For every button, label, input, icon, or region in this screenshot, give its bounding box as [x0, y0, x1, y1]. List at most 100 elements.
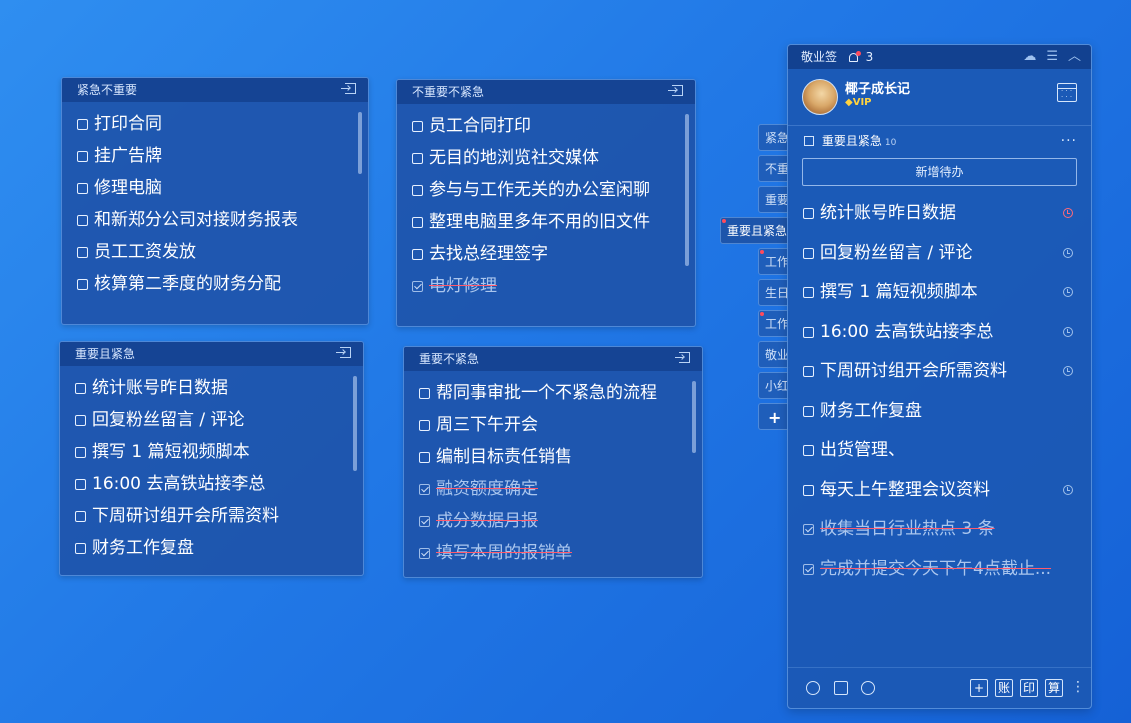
checkbox[interactable]	[803, 287, 814, 299]
todo-item-done[interactable]: 填写本周的报销单	[419, 537, 702, 569]
checkbox-checked[interactable]	[419, 515, 430, 527]
checkbox[interactable]	[419, 419, 430, 431]
checkbox-checked[interactable]	[419, 483, 430, 495]
checkbox-checked[interactable]	[419, 547, 430, 559]
todo-item[interactable]: 员工合同打印	[412, 110, 695, 142]
checkbox[interactable]	[412, 184, 423, 196]
todo-item[interactable]: 去找总经理签字	[412, 238, 695, 270]
reminder-clock-icon[interactable]	[1063, 366, 1073, 376]
todo-item[interactable]: 挂广告牌	[77, 140, 368, 172]
menu-icon[interactable]: ☰	[1046, 45, 1058, 69]
checkbox[interactable]	[803, 208, 814, 220]
todo-item[interactable]: 无目的地浏览社交媒体	[412, 142, 695, 174]
checkbox[interactable]	[77, 182, 88, 194]
tab-xiaohong[interactable]: 小红	[758, 372, 790, 399]
todo-item[interactable]: 修理电脑	[77, 172, 368, 204]
todo-item[interactable]: 回复粉丝留言 / 评论	[788, 234, 1091, 274]
bell-icon[interactable]	[848, 51, 861, 62]
add-todo-button[interactable]: 新增待办	[802, 158, 1077, 186]
todo-item[interactable]: 出货管理、	[788, 431, 1091, 471]
checkbox[interactable]	[803, 445, 814, 457]
checkbox[interactable]	[803, 247, 814, 259]
checkbox[interactable]	[77, 214, 88, 226]
print-button[interactable]: 印	[1020, 679, 1038, 697]
todo-item[interactable]: 核算第二季度的财务分配	[77, 268, 368, 300]
scrollbar[interactable]	[692, 381, 696, 453]
avatar[interactable]	[802, 79, 838, 115]
checkbox[interactable]	[77, 246, 88, 258]
todo-item-done[interactable]: 完成并提交今天下午4点截止...	[788, 550, 1091, 590]
scrollbar[interactable]	[358, 112, 362, 174]
tab-urgent[interactable]: 紧急	[758, 124, 790, 151]
reminder-clock-icon[interactable]	[1063, 287, 1073, 297]
todo-item[interactable]: 每天上午整理会议资料	[788, 471, 1091, 511]
calendar-icon[interactable]	[1057, 83, 1077, 102]
exit-icon[interactable]	[668, 85, 683, 96]
checkbox[interactable]	[412, 248, 423, 260]
exit-icon[interactable]	[341, 83, 356, 94]
more-vertical-icon[interactable]: ⋮	[1071, 679, 1085, 695]
todo-item[interactable]: 财务工作复盘	[75, 532, 363, 564]
checkbox[interactable]	[803, 484, 814, 496]
tab-not-important[interactable]: 不重	[758, 155, 790, 182]
checkbox[interactable]	[77, 150, 88, 162]
todo-item[interactable]: 员工工资发放	[77, 236, 368, 268]
scrollbar[interactable]	[685, 114, 689, 266]
checkbox[interactable]	[75, 446, 86, 458]
todo-item-done[interactable]: 成分数据月报	[419, 505, 702, 537]
checkbox[interactable]	[75, 478, 86, 490]
tab-birthday[interactable]: 生日	[758, 279, 790, 306]
tab-work-2[interactable]: 工作	[758, 310, 790, 337]
checkbox-checked[interactable]	[803, 524, 814, 536]
checkbox[interactable]	[419, 451, 430, 463]
calc-button[interactable]: 算	[1045, 679, 1063, 697]
tab-add-button[interactable]: +	[758, 403, 790, 430]
clock-icon[interactable]	[806, 681, 820, 695]
checkbox[interactable]	[75, 382, 86, 394]
todo-item[interactable]: 编制目标责任销售	[419, 441, 702, 473]
search-icon[interactable]	[861, 681, 875, 695]
tab-important-urgent[interactable]: 重要且紧急	[720, 217, 790, 244]
todo-item[interactable]: 和新郑分公司对接财务报表	[77, 204, 368, 236]
exit-icon[interactable]	[336, 347, 351, 358]
todo-item-done[interactable]: 收集当日行业热点 3 条	[788, 510, 1091, 550]
todo-item[interactable]: 16:00 去高铁站接李总	[788, 313, 1091, 353]
checkbox[interactable]	[803, 366, 814, 378]
todo-item-done[interactable]: 电灯修理	[412, 270, 695, 302]
exit-icon[interactable]	[675, 352, 690, 363]
add-button[interactable]: +	[970, 679, 988, 697]
tab-important[interactable]: 重要	[758, 186, 790, 213]
checkbox-checked[interactable]	[412, 280, 423, 292]
checkbox[interactable]	[412, 216, 423, 228]
checkbox[interactable]	[77, 278, 88, 290]
checkbox[interactable]	[419, 387, 430, 399]
checkbox[interactable]	[803, 326, 814, 338]
reminder-clock-icon[interactable]	[1063, 326, 1073, 337]
archive-icon[interactable]	[834, 681, 848, 695]
reminder-clock-icon[interactable]	[1063, 484, 1073, 495]
todo-item-done[interactable]: 融资额度确定	[419, 473, 702, 505]
checkbox[interactable]	[75, 510, 86, 522]
todo-item[interactable]: 打印合同	[77, 108, 368, 140]
collapse-icon[interactable]: ︿	[1068, 45, 1081, 69]
checkbox[interactable]	[803, 405, 814, 417]
scrollbar[interactable]	[353, 376, 357, 471]
todo-item[interactable]: 周三下午开会	[419, 409, 702, 441]
todo-item[interactable]: 16:00 去高铁站接李总	[75, 468, 363, 500]
checkbox[interactable]	[412, 120, 423, 132]
tab-work[interactable]: 工作	[758, 248, 790, 275]
todo-item[interactable]: 帮同事审批一个不紧急的流程	[419, 377, 702, 409]
checkbox[interactable]	[77, 118, 88, 130]
todo-item[interactable]: 参与与工作无关的办公室闲聊	[412, 174, 695, 206]
reminder-clock-icon[interactable]	[1063, 208, 1073, 218]
tab-jingye[interactable]: 敬业	[758, 341, 790, 368]
todo-item[interactable]: 整理电脑里多年不用的旧文件	[412, 206, 695, 238]
todo-item[interactable]: 财务工作复盘	[788, 392, 1091, 432]
todo-item[interactable]: 下周研讨组开会所需资料	[788, 352, 1091, 392]
checkbox[interactable]	[75, 414, 86, 426]
todo-item[interactable]: 统计账号昨日数据	[788, 194, 1091, 234]
checkbox[interactable]	[412, 152, 423, 164]
checkbox-checked[interactable]	[803, 563, 814, 575]
reminder-clock-icon[interactable]	[1063, 247, 1073, 258]
todo-item[interactable]: 撰写 1 篇短视频脚本	[75, 436, 363, 468]
